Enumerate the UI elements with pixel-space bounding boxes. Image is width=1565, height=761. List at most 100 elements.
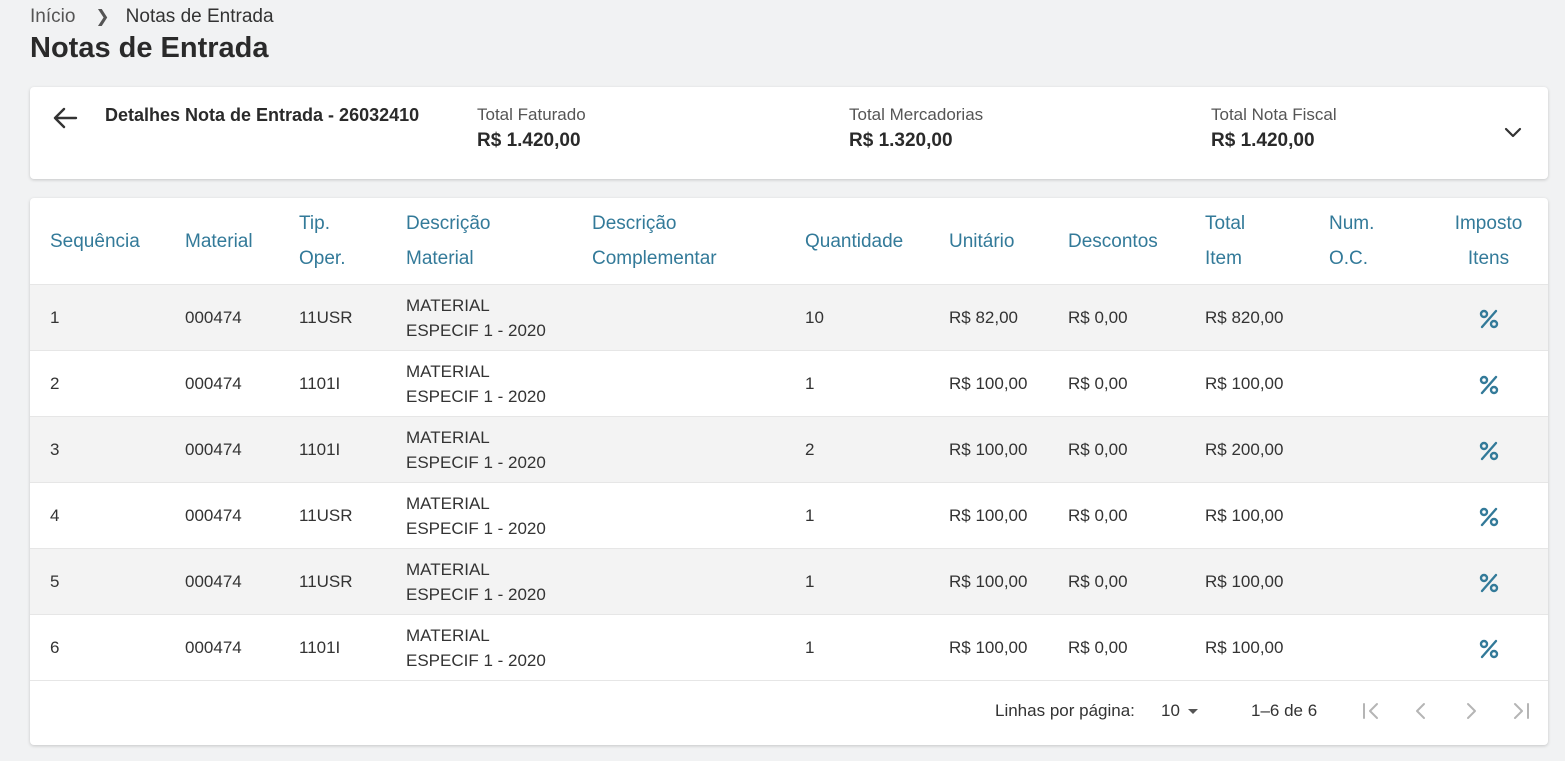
desc-line: MATERIAL [406, 493, 490, 513]
percent-icon[interactable] [1478, 506, 1500, 528]
items-table: Sequência Material Tip. Oper. Descrição Ma… [30, 198, 1548, 681]
cell-descontos: R$ 0,00 [1068, 284, 1205, 351]
cell-descricao-material: MATERIAL ESPECIF 1 - 2020 [406, 548, 592, 615]
cell-imposto-itens [1429, 482, 1548, 549]
cell-descricao-complementar [592, 548, 805, 615]
cell-sequencia: 6 [30, 614, 185, 681]
desc-line: ESPECIF 1 - 2020 [406, 650, 546, 670]
cell-imposto-itens [1429, 548, 1548, 615]
stat-total-faturado: Total Faturado R$ 1.420,00 [477, 105, 586, 152]
cell-material: 000474 [185, 482, 299, 549]
header-label: Descrição [406, 213, 491, 234]
col-header-descontos[interactable]: Descontos [1068, 198, 1205, 285]
cell-num-oc [1329, 614, 1429, 681]
arrow-left-icon[interactable] [52, 106, 78, 130]
cell-material: 000474 [185, 284, 299, 351]
cell-material: 000474 [185, 350, 299, 417]
desc-line: MATERIAL [406, 625, 490, 645]
header-label: Material [406, 248, 474, 269]
cell-material: 000474 [185, 548, 299, 615]
cell-sequencia: 2 [30, 350, 185, 417]
cell-num-oc [1329, 548, 1429, 615]
desc-line: ESPECIF 1 - 2020 [406, 320, 546, 340]
cell-descontos: R$ 0,00 [1068, 548, 1205, 615]
cell-descricao-material: MATERIAL ESPECIF 1 - 2020 [406, 350, 592, 417]
header-label: O.C. [1329, 248, 1369, 269]
percent-icon[interactable] [1478, 308, 1500, 330]
table-header-row: Sequência Material Tip. Oper. Descrição Ma… [30, 198, 1548, 285]
rows-per-page-value: 10 [1161, 701, 1180, 720]
cell-total-item: R$ 100,00 [1205, 350, 1329, 417]
col-header-unitario[interactable]: Unitário [949, 198, 1068, 285]
stat-label: Total Faturado [477, 105, 586, 124]
desc-line: ESPECIF 1 - 2020 [406, 386, 546, 406]
breadcrumb-home-link[interactable]: Início [30, 6, 75, 28]
last-page-icon[interactable] [1510, 700, 1532, 722]
header-label: Num. [1329, 213, 1375, 234]
col-header-descricao-material[interactable]: Descrição Material [406, 198, 592, 285]
cell-tip-oper: 11USR [299, 482, 406, 549]
chevron-right-icon[interactable] [1460, 700, 1482, 722]
cell-sequencia: 4 [30, 482, 185, 549]
stat-total-nota-fiscal: Total Nota Fiscal R$ 1.420,00 [1211, 105, 1337, 152]
col-header-material[interactable]: Material [185, 198, 299, 285]
col-header-descricao-complementar[interactable]: Descrição Complementar [592, 198, 805, 285]
cell-tip-oper: 1101I [299, 350, 406, 417]
cell-descricao-complementar [592, 482, 805, 549]
cell-sequencia: 5 [30, 548, 185, 615]
desc-line: MATERIAL [406, 295, 490, 315]
cell-total-item: R$ 200,00 [1205, 416, 1329, 483]
chevron-left-icon[interactable] [1410, 700, 1432, 722]
caret-down-icon [1187, 708, 1198, 714]
cell-material: 000474 [185, 416, 299, 483]
desc-line: ESPECIF 1 - 2020 [406, 452, 546, 472]
cell-descricao-material: MATERIAL ESPECIF 1 - 2020 [406, 416, 592, 483]
header-label: Material [185, 230, 253, 252]
percent-icon[interactable] [1478, 638, 1500, 660]
table-row: 1 000474 11USR MATERIAL ESPECIF 1 - 2020 … [30, 284, 1548, 351]
cell-tip-oper: 11USR [299, 284, 406, 351]
cell-num-oc [1329, 350, 1429, 417]
desc-line: MATERIAL [406, 361, 490, 381]
pagination: Linhas por página: 10 1–6 de 6 [30, 679, 1548, 745]
cell-quantidade: 1 [805, 482, 949, 549]
cell-unitario: R$ 100,00 [949, 482, 1068, 549]
header-label: Imposto [1454, 213, 1523, 234]
table-row: 5 000474 11USR MATERIAL ESPECIF 1 - 2020 … [30, 548, 1548, 615]
col-header-quantidade[interactable]: Quantidade [805, 198, 949, 285]
col-header-tip-oper[interactable]: Tip. Oper. [299, 198, 406, 285]
cell-unitario: R$ 100,00 [949, 614, 1068, 681]
percent-icon[interactable] [1478, 440, 1500, 462]
percent-icon[interactable] [1478, 572, 1500, 594]
rows-per-page-select[interactable]: 10 [1161, 701, 1198, 721]
cell-unitario: R$ 100,00 [949, 416, 1068, 483]
page-range-text: 1–6 de 6 [1251, 701, 1318, 720]
percent-icon[interactable] [1478, 374, 1500, 396]
cell-descontos: R$ 0,00 [1068, 416, 1205, 483]
cell-num-oc [1329, 482, 1429, 549]
col-header-num-oc[interactable]: Num. O.C. [1329, 198, 1429, 285]
cell-sequencia: 3 [30, 416, 185, 483]
first-page-icon[interactable] [1360, 700, 1382, 722]
header-label: Descrição [592, 213, 677, 234]
cell-total-item: R$ 820,00 [1205, 284, 1329, 351]
page-title: Notas de Entrada [30, 32, 269, 64]
cell-total-item: R$ 100,00 [1205, 548, 1329, 615]
stat-label: Total Nota Fiscal [1211, 105, 1337, 124]
header-label: Unitário [949, 230, 1015, 252]
col-header-total-item[interactable]: Total Item [1205, 198, 1329, 285]
cell-descricao-material: MATERIAL ESPECIF 1 - 2020 [406, 482, 592, 549]
cell-total-item: R$ 100,00 [1205, 482, 1329, 549]
desc-line: ESPECIF 1 - 2020 [406, 518, 546, 538]
cell-descricao-complementar [592, 614, 805, 681]
stat-label: Total Mercadorias [849, 105, 984, 124]
col-header-sequencia[interactable]: Sequência [30, 198, 185, 285]
chevron-down-icon[interactable] [1504, 125, 1522, 139]
cell-descontos: R$ 0,00 [1068, 350, 1205, 417]
col-header-imposto-itens[interactable]: Imposto Itens [1429, 198, 1548, 285]
header-label: Total [1205, 213, 1246, 234]
cell-unitario: R$ 100,00 [949, 350, 1068, 417]
desc-line: MATERIAL [406, 559, 490, 579]
table-row: 2 000474 1101I MATERIAL ESPECIF 1 - 2020 … [30, 350, 1548, 417]
cell-quantidade: 1 [805, 350, 949, 417]
